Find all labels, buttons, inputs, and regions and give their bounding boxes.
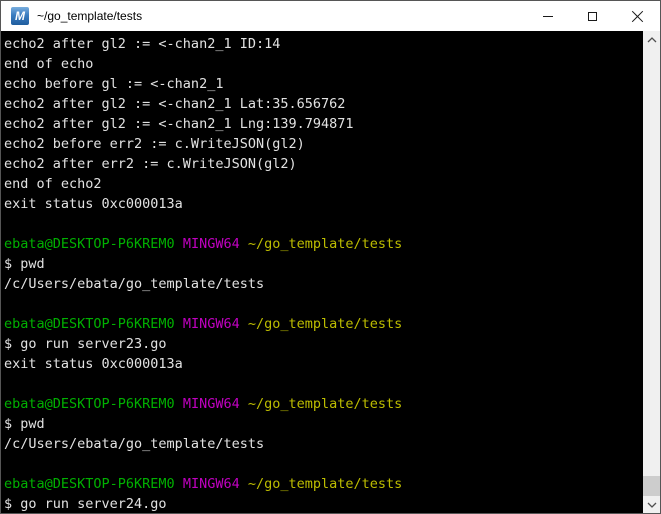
terminal-output[interactable]: echo2 after gl2 := <-chan2_1 ID:14 end of… xyxy=(1,31,643,513)
terminal-line: echo2 after gl2 := <-chan2_1 ID:14 xyxy=(4,36,281,52)
mintty-window: M ~/go_template/tests echo2 after gl2 :=… xyxy=(0,0,661,514)
terminal-line: $ go run server23.go xyxy=(4,336,167,352)
terminal-line: ebata@DESKTOP-P6KREM0 MINGW64 ~/go_templ… xyxy=(4,236,403,252)
maximize-icon xyxy=(588,11,597,21)
terminal-line: end of echo2 xyxy=(4,176,102,192)
minimize-button[interactable] xyxy=(525,1,570,31)
minimize-icon xyxy=(542,15,553,17)
close-button[interactable] xyxy=(615,1,660,31)
chevron-down-icon xyxy=(647,502,656,508)
terminal-line: exit status 0xc000013a xyxy=(4,196,183,212)
terminal-line: ebata@DESKTOP-P6KREM0 MINGW64 ~/go_templ… xyxy=(4,396,403,412)
scrollbar[interactable] xyxy=(643,31,660,513)
terminal-line: echo2 before err2 := c.WriteJSON(gl2) xyxy=(4,136,305,152)
terminal-line: end of echo xyxy=(4,56,94,72)
terminal-line: ebata@DESKTOP-P6KREM0 MINGW64 ~/go_templ… xyxy=(4,476,403,492)
terminal-line: $ pwd xyxy=(4,256,45,272)
terminal-line: echo2 after gl2 := <-chan2_1 Lng:139.794… xyxy=(4,116,354,132)
terminal-line: /c/Users/ebata/go_template/tests xyxy=(4,436,265,452)
window-controls xyxy=(525,1,660,31)
mintty-icon[interactable]: M xyxy=(11,7,29,25)
scroll-up-button[interactable] xyxy=(643,31,660,48)
chevron-up-icon xyxy=(647,36,656,42)
terminal-line: /c/Users/ebata/go_template/tests xyxy=(4,276,265,292)
terminal-line: ebata@DESKTOP-P6KREM0 MINGW64 ~/go_templ… xyxy=(4,316,403,332)
terminal-line: exit status 0xc000013a xyxy=(4,356,183,372)
scrollbar-thumb[interactable] xyxy=(643,476,660,496)
scroll-down-button[interactable] xyxy=(643,496,660,513)
terminal-line: echo2 after err2 := c.WriteJSON(gl2) xyxy=(4,156,297,172)
window-title: ~/go_template/tests xyxy=(37,9,143,23)
title-bar[interactable]: M ~/go_template/tests xyxy=(1,1,660,31)
window-body: echo2 after gl2 := <-chan2_1 ID:14 end of… xyxy=(1,31,660,513)
terminal-line: $ pwd xyxy=(4,416,45,432)
maximize-button[interactable] xyxy=(570,1,615,31)
terminal-line: echo2 after gl2 := <-chan2_1 Lat:35.6567… xyxy=(4,96,346,112)
close-icon xyxy=(631,10,644,23)
terminal-line: $ go run server24.go xyxy=(4,496,167,512)
terminal-line: echo before gl := <-chan2_1 xyxy=(4,76,224,92)
